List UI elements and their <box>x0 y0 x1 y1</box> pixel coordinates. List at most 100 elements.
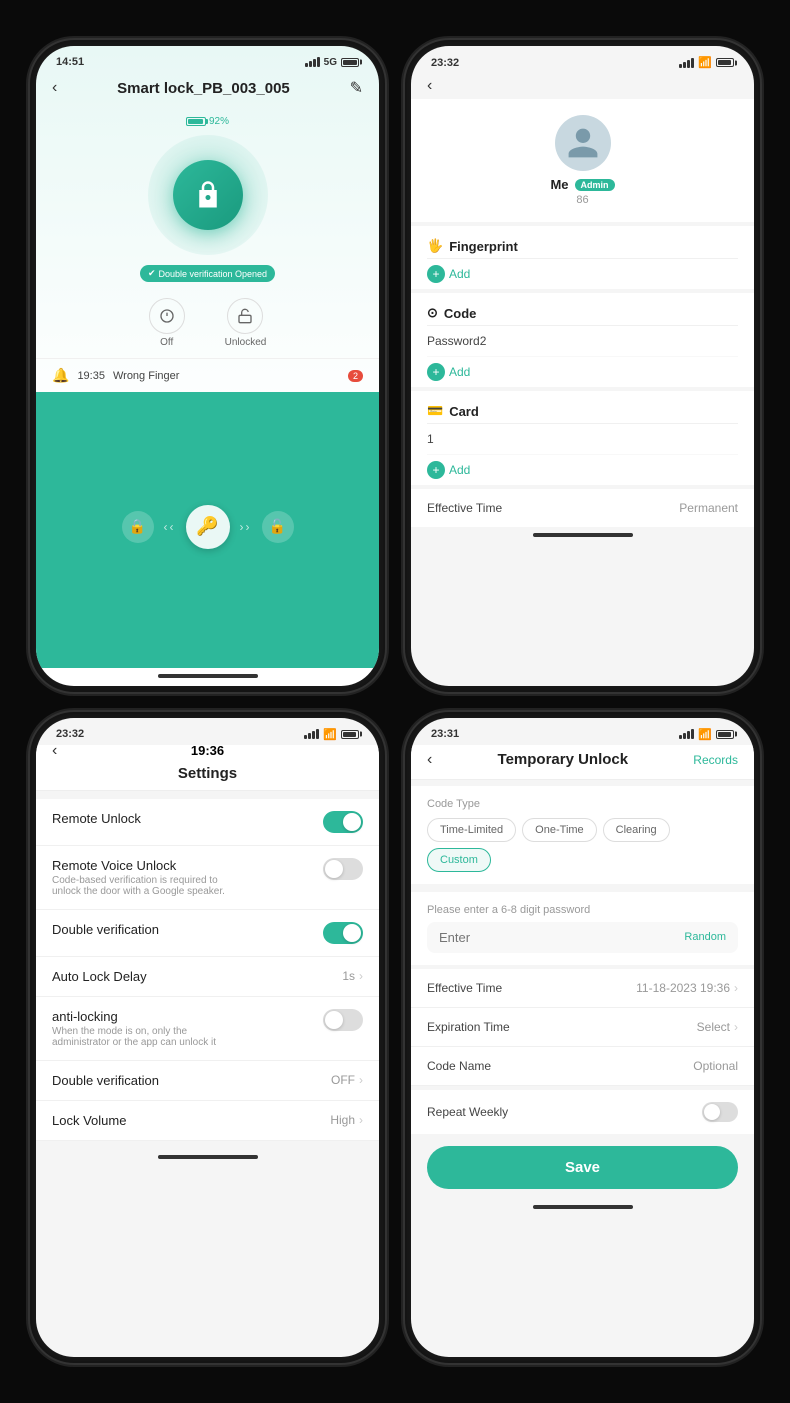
double-verify2-right: OFF › <box>331 1073 363 1087</box>
toggle-knob <box>343 924 361 942</box>
phone3-status-bar: 23:32 📶 <box>36 718 379 745</box>
password-section: Please enter a 6-8 digit password Random <box>411 892 754 965</box>
bottom-lock-icon[interactable]: 🔒 <box>122 511 154 543</box>
lock-volume-label: Lock Volume <box>52 1113 126 1128</box>
phone1-screen: 14:51 5G ‹ Smart lock_PB_003_005 ✎ <box>36 46 379 686</box>
effective-time-row[interactable]: Effective Time 11-18-2023 19:36 › <box>411 969 754 1008</box>
home-indicator <box>158 674 258 678</box>
remote-unlock-toggle[interactable] <box>323 811 363 833</box>
fingerprint-add-button[interactable]: + Add <box>427 259 738 289</box>
lock-icon <box>193 180 223 210</box>
lock-volume-right: High › <box>330 1113 363 1127</box>
back-icon[interactable]: ‹ <box>52 742 57 760</box>
bell-icon: 🔔 <box>52 367 69 384</box>
code-section: ⊙ Code Password2 + Add <box>411 293 754 387</box>
code-type-label: Code Type <box>427 798 738 810</box>
type-one-time[interactable]: One-Time <box>522 818 597 842</box>
anti-lock-toggle[interactable] <box>323 1009 363 1031</box>
records-link[interactable]: Records <box>693 753 738 767</box>
remote-unlock-label: Remote Unlock <box>52 811 141 826</box>
phone4-time: 23:31 <box>431 728 459 740</box>
signal-icon <box>305 57 320 67</box>
effective-value: Permanent <box>679 501 738 515</box>
profile-section: Me Admin 86 <box>411 99 754 222</box>
chevron-right-icon: › <box>359 1073 363 1087</box>
card-item[interactable]: 1 <box>427 424 738 455</box>
off-icon <box>149 298 185 334</box>
phone4-header: ‹ Temporary Unlock Records <box>411 745 754 780</box>
repeat-weekly-toggle[interactable] <box>702 1102 738 1122</box>
save-button[interactable]: Save <box>427 1146 738 1189</box>
home-indicator <box>533 533 633 537</box>
add-circle-icon: + <box>427 461 445 479</box>
auto-lock-item[interactable]: Auto Lock Delay 1s › <box>36 957 379 997</box>
phone4-screen: 23:31 📶 ‹ Temporary Unlock Records Code … <box>411 718 754 1358</box>
code-icon: ⊙ <box>427 305 438 321</box>
lock-controls: Off Unlocked <box>36 288 379 358</box>
remote-voice-item[interactable]: Remote Voice Unlock Code-based verificat… <box>36 846 379 910</box>
verification-badge: ✔ Double verification Opened <box>140 265 275 282</box>
settings-title: Settings <box>36 761 379 791</box>
toggle-knob <box>325 860 343 878</box>
back-icon[interactable]: ‹ <box>427 77 432 94</box>
anti-lock-item[interactable]: anti-locking When the mode is on, only t… <box>36 997 379 1061</box>
avatar <box>555 115 611 171</box>
type-custom[interactable]: Custom <box>427 848 491 872</box>
type-clearing[interactable]: Clearing <box>603 818 670 842</box>
phone2-header: ‹ <box>411 73 754 99</box>
phone2-status-icons: 📶 <box>679 56 734 69</box>
expiration-val: Select › <box>697 1020 738 1034</box>
chevron-right-icon: › <box>359 969 363 983</box>
inner-time: 19:36 <box>191 743 224 758</box>
profile-stat: 86 <box>576 194 588 206</box>
phone4-frame: 23:31 📶 ‹ Temporary Unlock Records Code … <box>405 712 760 1364</box>
off-control[interactable]: Off <box>149 298 185 348</box>
signal-icon <box>304 729 319 739</box>
code-item[interactable]: Password2 <box>427 326 738 357</box>
lock-circle[interactable] <box>148 135 268 255</box>
chevron-right-icon: › <box>734 981 738 995</box>
admin-badge: Admin <box>575 179 615 191</box>
auto-lock-right: 1s › <box>342 969 363 983</box>
phone3-screen: 23:32 📶 ‹ 19:36 Settings Remote Unlock <box>36 718 379 1358</box>
code-name-row[interactable]: Code Name Optional <box>411 1047 754 1086</box>
wifi-icon: 📶 <box>323 728 337 741</box>
card-header: 💳 Card <box>427 391 738 424</box>
random-button[interactable]: Random <box>684 931 726 943</box>
remote-unlock-item[interactable]: Remote Unlock <box>36 799 379 846</box>
back-icon[interactable]: ‹ <box>52 79 57 97</box>
auto-lock-label: Auto Lock Delay <box>52 969 147 984</box>
lock-battery-icon <box>186 117 206 126</box>
battery-status: 92% <box>186 116 229 127</box>
type-time-limited[interactable]: Time-Limited <box>427 818 516 842</box>
back-icon[interactable]: ‹ <box>427 751 432 769</box>
double-verify-item[interactable]: Double verification <box>36 910 379 957</box>
phone4-status-icons: 📶 <box>679 728 734 741</box>
password-input[interactable] <box>439 930 684 945</box>
card-add-button[interactable]: + Add <box>427 455 738 485</box>
phone2-status-bar: 23:32 📶 <box>411 46 754 73</box>
edit-icon[interactable]: ✎ <box>350 78 363 98</box>
effective-time-row: Effective Time Permanent <box>411 489 754 527</box>
code-add-button[interactable]: + Add <box>427 357 738 387</box>
profile-name: Me Admin <box>550 177 614 192</box>
double-verify2-item[interactable]: Double verification OFF › <box>36 1061 379 1101</box>
lock-button[interactable] <box>173 160 243 230</box>
alert-text: Wrong Finger <box>113 370 179 382</box>
phone2-time: 23:32 <box>431 57 459 69</box>
phone1-header: ‹ Smart lock_PB_003_005 ✎ <box>36 72 379 106</box>
unlocked-control[interactable]: Unlocked <box>225 298 267 348</box>
auto-lock-val: 1s <box>342 969 355 983</box>
key-button[interactable]: 🔑 <box>186 505 230 549</box>
effective-time-val: 11-18-2023 19:36 › <box>636 981 738 995</box>
bottom-unlock-icon[interactable]: 🔓 <box>262 511 294 543</box>
fingerprint-section: 🖐 Fingerprint + Add <box>411 226 754 289</box>
toggle-knob <box>704 1104 720 1120</box>
phone1-frame: 14:51 5G ‹ Smart lock_PB_003_005 ✎ <box>30 40 385 692</box>
alert-badge: 2 <box>348 370 363 382</box>
expiration-time-row[interactable]: Expiration Time Select › <box>411 1008 754 1047</box>
double-verify-toggle[interactable] <box>323 922 363 944</box>
lock-volume-item[interactable]: Lock Volume High › <box>36 1101 379 1141</box>
fingerprint-header: 🖐 Fingerprint <box>427 226 738 259</box>
remote-voice-toggle[interactable] <box>323 858 363 880</box>
